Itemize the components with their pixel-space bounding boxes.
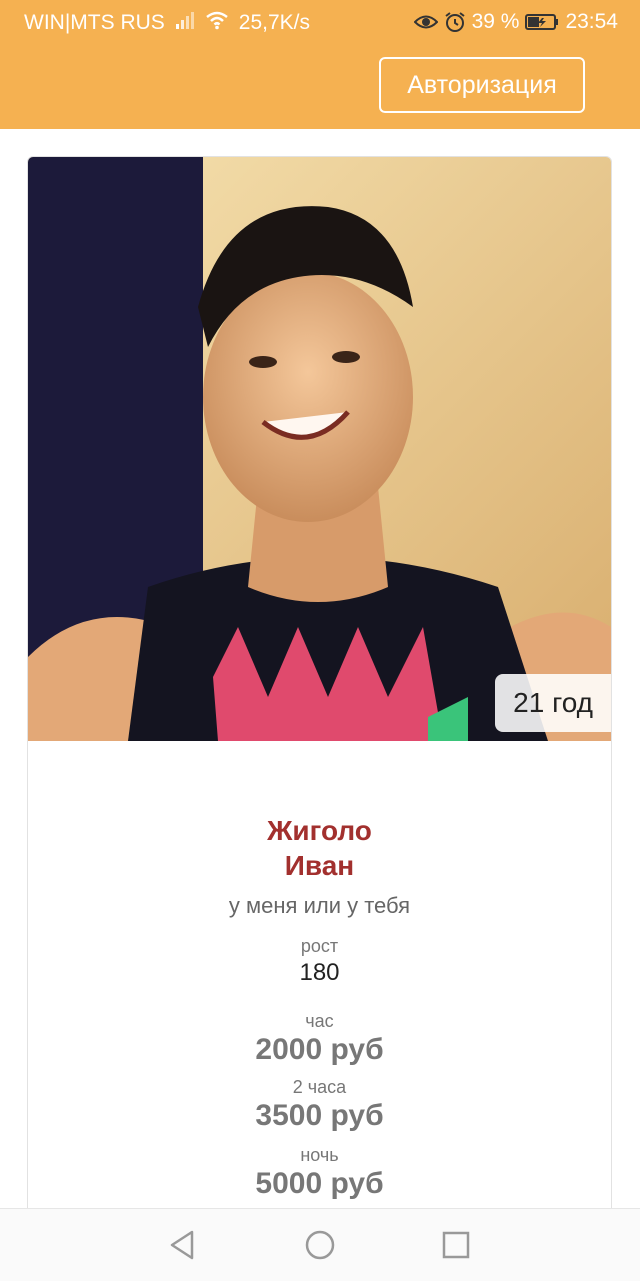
age-badge: 21 год — [495, 674, 611, 732]
rate-label: час — [305, 1011, 334, 1031]
status-bar: WIN|MTS RUS 25,7K/s 39 % 23:54 — [0, 0, 640, 44]
eye-icon — [413, 13, 438, 31]
rate-price: 3500 руб — [255, 1099, 384, 1132]
meeting-location: у меня или у тебя — [228, 893, 411, 918]
wifi-icon — [205, 10, 229, 36]
authorization-button[interactable]: Авторизация — [379, 57, 585, 113]
height-value: 180 — [299, 959, 340, 986]
rate-label: 2 часа — [292, 1077, 347, 1097]
profile-name-line2: Иван — [284, 850, 355, 881]
app-header: WIN|MTS RUS 25,7K/s 39 % 23:54 Авторизац… — [0, 0, 640, 129]
profile-name[interactable]: Жиголо Иван — [28, 813, 611, 883]
rate-price: 5000 руб — [255, 1167, 384, 1200]
back-icon[interactable] — [164, 1227, 200, 1263]
recents-icon[interactable] — [438, 1227, 474, 1263]
home-icon[interactable] — [302, 1227, 338, 1263]
profile-card[interactable]: 21 год Жиголо Иван у меня или у тебя рос… — [27, 156, 612, 1276]
system-nav-bar — [0, 1208, 640, 1281]
rate-label: ночь — [300, 1145, 339, 1165]
profile-name-line1: Жиголо — [267, 815, 372, 846]
height-label: рост — [300, 936, 339, 956]
rate-price: 2000 руб — [255, 1033, 384, 1066]
signal-icon — [175, 10, 195, 36]
battery-icon — [525, 13, 559, 31]
carrier-name: WIN|MTS RUS — [24, 11, 165, 34]
alarm-icon — [444, 11, 466, 33]
network-speed: 25,7K/s — [238, 11, 310, 34]
clock-time: 23:54 — [565, 10, 618, 33]
battery-percent: 39 % — [471, 10, 520, 33]
profile-photo[interactable]: 21 год — [28, 157, 611, 741]
